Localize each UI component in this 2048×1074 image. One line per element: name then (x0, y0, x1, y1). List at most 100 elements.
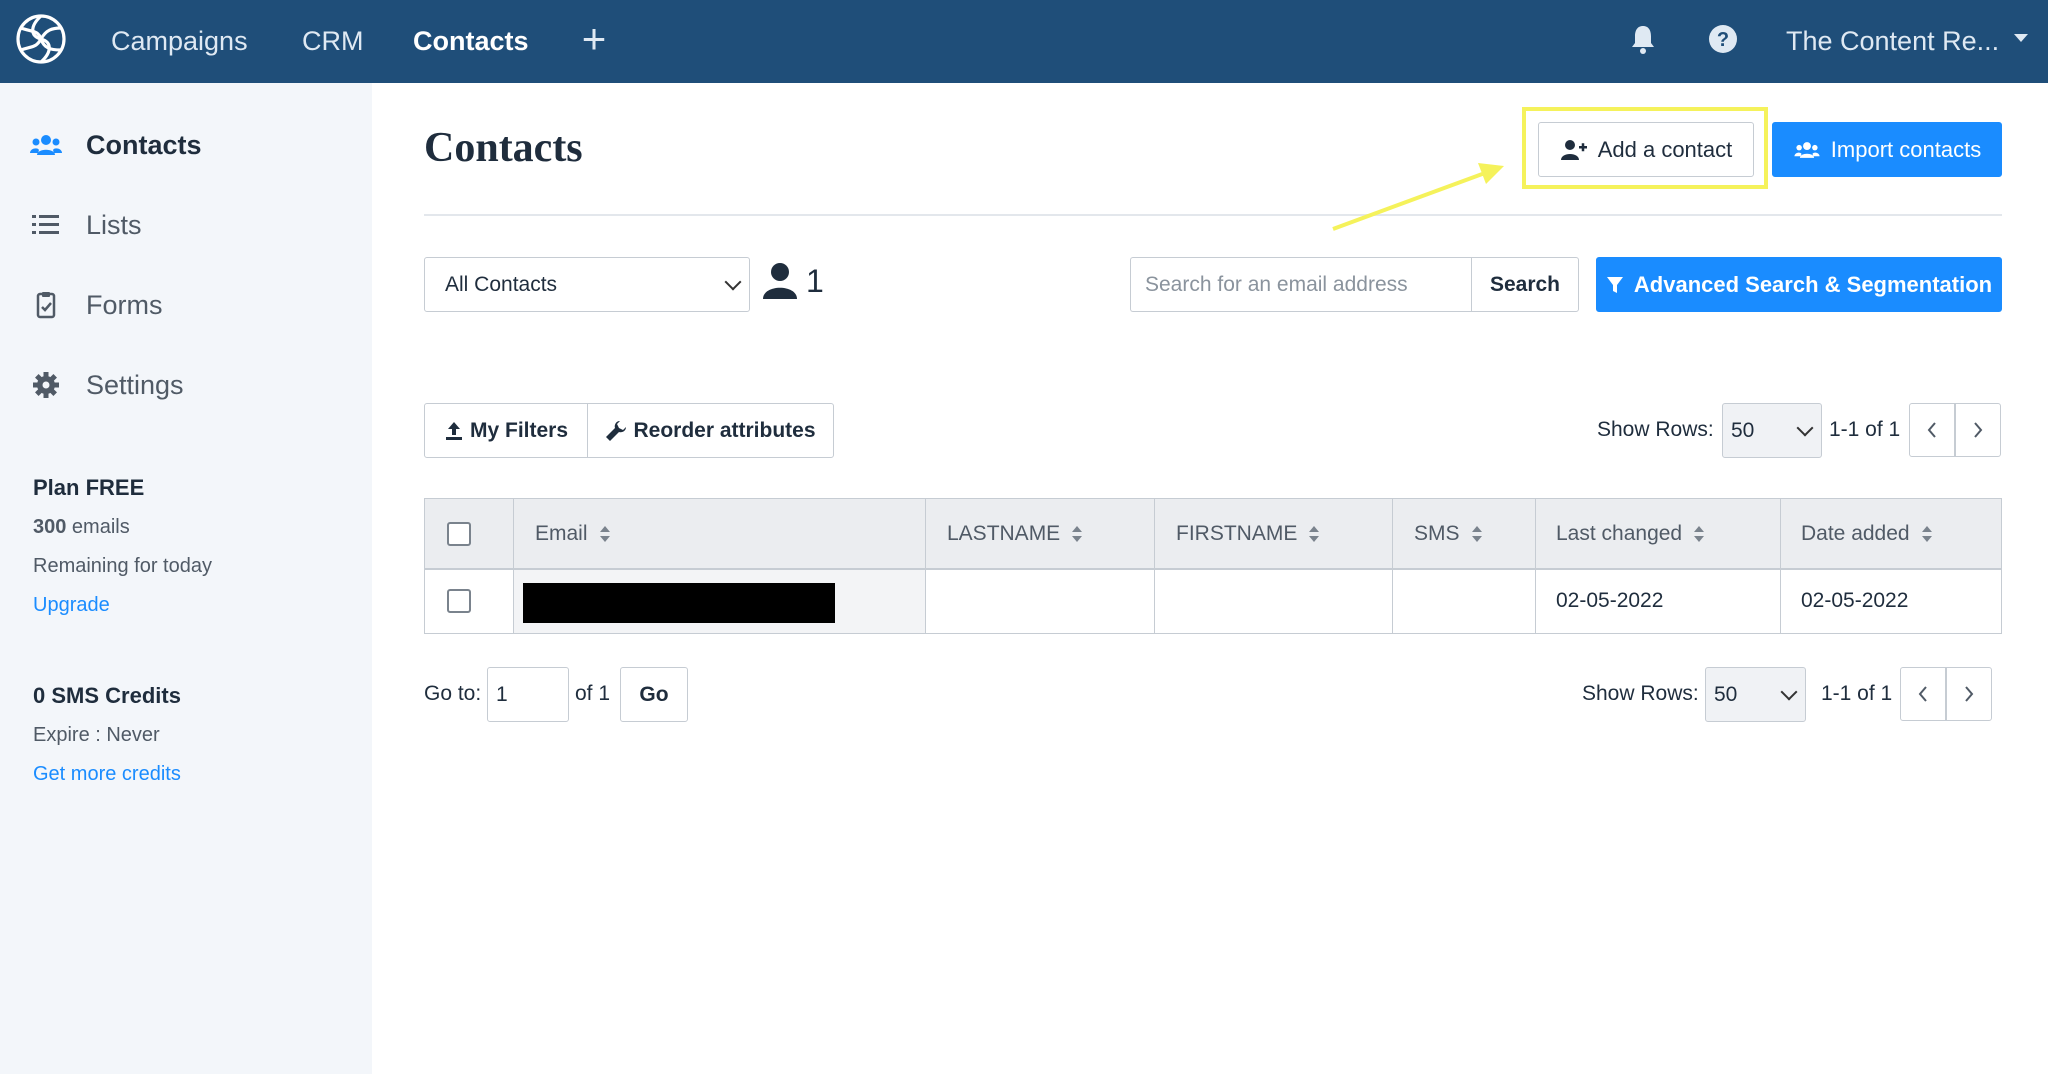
chevron-down-icon (1780, 683, 1798, 700)
sms-credits-title: 0 SMS Credits (33, 683, 181, 708)
prev-page-button[interactable] (1900, 667, 1946, 721)
plan-emails-count: 300 (33, 516, 67, 538)
show-rows-label: Show Rows: (1597, 418, 1714, 441)
plus-icon[interactable]: + (576, 18, 612, 60)
search-button[interactable]: Search (1471, 257, 1579, 312)
column-header-email[interactable]: Email (535, 499, 610, 569)
sendinblue-logo-icon[interactable] (14, 12, 68, 66)
sms-expire: Expire : Never (33, 724, 160, 746)
users-icon (30, 135, 62, 155)
select-all-checkbox[interactable] (447, 522, 471, 546)
column-header-last-changed[interactable]: Last changed (1556, 499, 1705, 569)
plan-emails-suffix: emails (66, 516, 130, 538)
chevron-right-icon (1974, 422, 1983, 438)
goto-label: Go to: (424, 682, 482, 705)
import-contacts-label: Import contacts (1830, 136, 1982, 162)
last-changed-cell: 02-05-2022 (1556, 589, 1664, 612)
get-more-credits-link[interactable]: Get more credits (33, 763, 181, 786)
sidebar-item-label: Settings (86, 369, 184, 400)
chevron-down-icon[interactable] (2014, 34, 2028, 42)
bell-icon[interactable] (1626, 22, 1660, 56)
page-title: Contacts (424, 125, 583, 171)
sidebar: Contacts Lists Forms Settings Plan FREE … (0, 83, 372, 1074)
contacts-table: Email LASTNAME FIRSTNAME SMS Last change… (424, 498, 2002, 634)
date-added-cell: 02-05-2022 (1801, 589, 1909, 612)
rows-per-page-select[interactable]: 50 (1722, 403, 1822, 458)
nav-contacts[interactable]: Contacts (413, 0, 529, 83)
sidebar-item-settings[interactable]: Settings (30, 365, 184, 405)
show-rows-label: Show Rows: (1582, 682, 1699, 705)
gear-icon (33, 372, 59, 398)
search-input[interactable] (1130, 257, 1472, 312)
column-divider (925, 499, 926, 633)
chevron-left-icon (1927, 422, 1936, 438)
users-icon (1794, 141, 1820, 158)
sort-icon (599, 526, 610, 542)
nav-crm[interactable]: CRM (302, 0, 364, 83)
import-contacts-button[interactable]: Import contacts (1772, 122, 2002, 177)
clipboard-icon (36, 292, 56, 319)
row-divider (425, 569, 2001, 570)
chevron-down-icon (1796, 419, 1814, 436)
column-divider (1154, 499, 1155, 633)
column-header-label: Email (535, 522, 588, 545)
column-header-sms[interactable]: SMS (1414, 499, 1482, 569)
plan-emails: 300 emails (33, 516, 130, 539)
upgrade-link[interactable]: Upgrade (33, 594, 110, 617)
sort-icon (1471, 526, 1482, 542)
wrench-icon (606, 420, 627, 441)
chevron-down-icon (724, 273, 742, 290)
help-icon[interactable]: ? (1706, 22, 1740, 56)
my-filters-label: My Filters (469, 418, 569, 442)
column-header-date-added[interactable]: Date added (1801, 499, 1932, 569)
column-divider (1392, 499, 1393, 633)
contact-list-select-value: All Contacts (445, 272, 558, 296)
contact-count-value: 1 (806, 262, 824, 299)
list-icon (32, 215, 59, 234)
column-header-label: Last changed (1556, 522, 1683, 545)
rows-per-page-value: 50 (1731, 418, 1755, 442)
sidebar-item-label: Lists (86, 209, 142, 240)
user-icon (763, 263, 797, 299)
next-page-button[interactable] (1955, 403, 2001, 457)
next-page-button[interactable] (1946, 667, 1992, 721)
account-menu[interactable]: The Content Re... (1786, 0, 1999, 83)
chevron-left-icon (1918, 686, 1927, 702)
filter-icon (1606, 276, 1623, 293)
highlight-annotation (1522, 107, 1768, 189)
sort-icon (1309, 526, 1320, 542)
svg-text:?: ? (1717, 29, 1729, 51)
column-header-label: FIRSTNAME (1176, 522, 1298, 545)
sidebar-item-label: Contacts (86, 129, 202, 160)
sidebar-item-lists[interactable]: Lists (30, 205, 142, 245)
goto-page-input[interactable] (487, 667, 569, 722)
prev-page-button[interactable] (1909, 403, 1955, 457)
sidebar-item-contacts[interactable]: Contacts (30, 125, 202, 165)
top-navigation-bar: Campaigns CRM Contacts + ? The Content R… (0, 0, 2048, 83)
column-divider (513, 499, 514, 633)
contact-list-select[interactable]: All Contacts (424, 257, 750, 312)
column-divider (1780, 499, 1781, 633)
sort-icon (1694, 526, 1705, 542)
sort-icon (1921, 526, 1932, 542)
advanced-search-label: Advanced Search & Segmentation (1633, 271, 1993, 297)
advanced-search-button[interactable]: Advanced Search & Segmentation (1596, 257, 2002, 312)
reorder-attributes-button[interactable]: Reorder attributes (587, 403, 834, 458)
column-header-label: SMS (1414, 522, 1460, 545)
redacted-email[interactable] (523, 583, 835, 623)
column-header-label: LASTNAME (947, 522, 1061, 545)
sidebar-item-label: Forms (86, 289, 163, 320)
contact-count: 1 (762, 262, 824, 300)
sidebar-item-forms[interactable]: Forms (30, 285, 163, 325)
my-filters-button[interactable]: My Filters (424, 403, 588, 458)
goto-of-label: of 1 (575, 682, 611, 705)
row-checkbox[interactable] (447, 589, 471, 613)
column-header-firstname[interactable]: FIRSTNAME (1176, 499, 1320, 569)
column-divider (1535, 499, 1536, 633)
sort-icon (1072, 526, 1083, 542)
nav-campaigns[interactable]: Campaigns (111, 0, 248, 83)
column-header-label: Date added (1801, 522, 1910, 545)
go-button[interactable]: Go (620, 667, 688, 722)
rows-per-page-select[interactable]: 50 (1705, 667, 1806, 722)
column-header-lastname[interactable]: LASTNAME (947, 499, 1083, 569)
